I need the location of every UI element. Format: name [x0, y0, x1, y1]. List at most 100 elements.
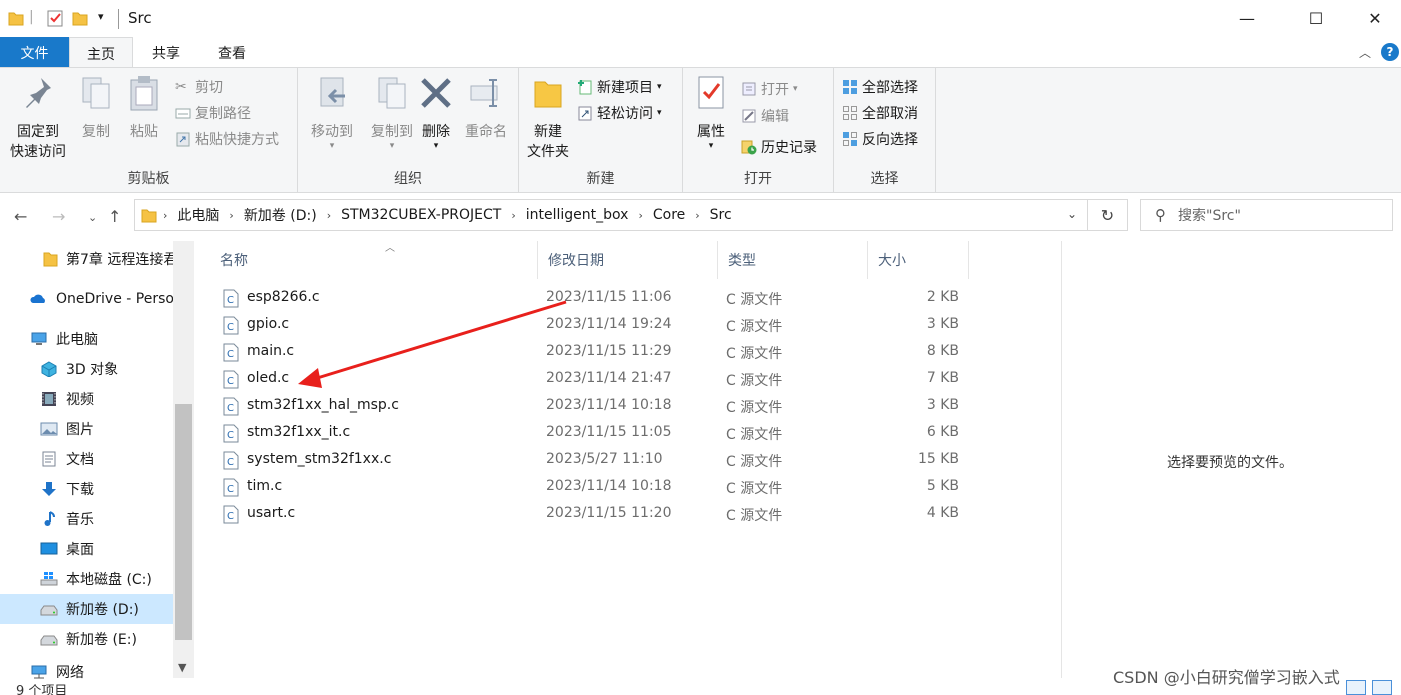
edit-label: 编辑 — [761, 109, 789, 125]
nav-item-music[interactable]: 音乐 — [0, 504, 173, 534]
column-header-size[interactable]: 大小 — [868, 241, 969, 279]
delete-button[interactable]: 删除 ▾ — [418, 74, 454, 151]
close-button[interactable]: ✕ — [1352, 0, 1398, 37]
minimize-button[interactable]: — — [1224, 0, 1270, 37]
file-row[interactable]: C system_stm32f1xx.c 2023/5/27 11:10 C 源… — [215, 447, 967, 474]
properties-check-icon[interactable] — [46, 9, 64, 27]
file-row[interactable]: C stm32f1xx_it.c 2023/11/15 11:05 C 源文件 … — [215, 420, 967, 447]
select-all-button[interactable]: 全部选择 — [842, 76, 918, 98]
tab-file[interactable]: 文件 — [0, 37, 69, 67]
windows-drive-icon — [40, 572, 58, 586]
column-header-name[interactable]: ︿ 名称 — [210, 241, 538, 279]
new-item-button[interactable]: 新建项目 ▾ — [577, 76, 662, 98]
recent-locations-icon[interactable]: ⌄ — [88, 211, 97, 224]
column-header-type[interactable]: 类型 — [718, 241, 868, 279]
file-row[interactable]: C tim.c 2023/11/14 10:18 C 源文件 5 KB — [215, 474, 967, 501]
new-folder-button[interactable]: 新建 文件夹 — [523, 74, 573, 162]
cut-button[interactable]: ✂ 剪切 — [175, 76, 223, 98]
nav-item-this-pc[interactable]: 此电脑 — [0, 324, 173, 354]
nav-scrollbar[interactable]: ▼ — [173, 241, 194, 678]
nav-scrollbar-thumb[interactable] — [175, 404, 192, 640]
csdn-watermark: CSDN @小白研究僧学习嵌入式 — [1113, 668, 1340, 687]
new-folder-quick-icon[interactable] — [72, 9, 88, 27]
file-row[interactable]: C oled.c 2023/11/14 21:47 C 源文件 7 KB — [215, 366, 967, 393]
address-history-dropdown-icon[interactable]: ⌄ — [1067, 207, 1077, 221]
file-type: C 源文件 — [726, 319, 783, 335]
qa-customize-icon[interactable]: ▾ — [98, 10, 104, 23]
breadcrumb-item[interactable]: 新加卷 (D:) › — [244, 205, 331, 225]
select-none-button[interactable]: 全部取消 — [842, 102, 918, 124]
refresh-button[interactable]: ↻ — [1088, 199, 1128, 231]
nav-item-downloads[interactable]: 下载 — [0, 474, 173, 504]
paste-button[interactable]: 粘贴 — [122, 74, 166, 142]
tab-view[interactable]: 查看 — [199, 37, 265, 67]
file-type: C 源文件 — [726, 373, 783, 389]
file-name: stm32f1xx_it.c — [247, 424, 351, 440]
column-header-date[interactable]: 修改日期 — [538, 241, 718, 279]
breadcrumb-separator-icon: › — [638, 208, 643, 222]
copy-to-button[interactable]: 复制到 ▾ — [364, 74, 420, 151]
file-row[interactable]: C main.c 2023/11/15 11:29 C 源文件 8 KB — [215, 339, 967, 366]
rename-button[interactable]: 重命名 — [458, 74, 514, 142]
file-date: 2023/5/27 11:10 — [546, 451, 663, 467]
search-placeholder: 搜索"Src" — [1178, 208, 1241, 224]
nav-item-label: 下载 — [66, 482, 94, 498]
file-row[interactable]: C gpio.c 2023/11/14 19:24 C 源文件 3 KB — [215, 312, 967, 339]
maximize-button[interactable]: ☐ — [1293, 0, 1339, 37]
copy-label: 复制 — [82, 124, 110, 140]
nav-item-onedrive[interactable]: OneDrive - Perso — [0, 284, 173, 314]
details-view-icon[interactable] — [1346, 680, 1366, 695]
forward-arrow-icon[interactable]: → — [52, 207, 65, 226]
help-icon[interactable]: ? — [1381, 43, 1399, 61]
easy-access-button[interactable]: 轻松访问 ▾ — [577, 102, 662, 124]
pin-to-quick-access-button[interactable]: 固定到 快速访问 — [6, 74, 70, 162]
nav-item-3d-objects[interactable]: 3D 对象 — [0, 354, 173, 384]
breadcrumb-separator-icon: › — [695, 208, 700, 222]
invert-selection-button[interactable]: 反向选择 — [842, 128, 918, 150]
file-row[interactable]: C stm32f1xx_hal_msp.c 2023/11/14 10:18 C… — [215, 393, 967, 420]
title-bar: | ▾ Src — ☐ ✕ — [0, 0, 1401, 37]
breadcrumb-item[interactable]: 此电脑 › — [177, 205, 233, 225]
up-arrow-icon[interactable]: ↑ — [108, 207, 121, 226]
breadcrumb-item[interactable]: Core › — [653, 207, 700, 223]
scroll-down-icon[interactable]: ▼ — [178, 661, 186, 674]
copy-button[interactable]: 复制 — [74, 74, 118, 142]
svg-text:C: C — [227, 457, 234, 468]
properties-button[interactable]: 属性 ▾ — [689, 74, 733, 151]
computer-icon — [31, 332, 47, 345]
breadcrumb-item[interactable]: STM32CUBEX-PROJECT › — [341, 207, 516, 223]
nav-item-label: 音乐 — [66, 512, 94, 528]
paste-shortcut-button[interactable]: 粘贴快捷方式 — [175, 128, 279, 150]
nav-item-local-disk-c[interactable]: 本地磁盘 (C:) — [0, 564, 173, 594]
nav-item-pictures[interactable]: 图片 — [0, 414, 173, 444]
copy-path-button[interactable]: 复制路径 — [175, 102, 251, 124]
history-button[interactable]: 历史记录 — [741, 136, 817, 158]
easy-access-label: 轻松访问 — [597, 106, 653, 122]
tab-share[interactable]: 共享 — [133, 37, 199, 67]
nav-item-volume-d[interactable]: 新加卷 (D:) — [0, 594, 173, 624]
nav-item-desktop[interactable]: 桌面 — [0, 534, 173, 564]
open-button[interactable]: 打开 ▾ — [741, 78, 798, 100]
nav-item-label: 文档 — [66, 452, 94, 468]
move-to-button[interactable]: 移动到 ▾ — [304, 74, 360, 151]
search-box[interactable]: ⚲ 搜索"Src" — [1140, 199, 1393, 231]
breadcrumb-item[interactable]: intelligent_box › — [526, 207, 643, 223]
nav-item-documents[interactable]: 文档 — [0, 444, 173, 474]
nav-item-videos[interactable]: 视频 — [0, 384, 173, 414]
rename-icon — [470, 79, 498, 107]
file-name: main.c — [247, 343, 295, 359]
nav-item-chapter7[interactable]: 第7章 远程连接君 — [0, 244, 173, 274]
open-label: 打开 — [761, 82, 789, 98]
file-size: 4 KB — [926, 505, 959, 521]
tab-home[interactable]: 主页 — [69, 37, 133, 67]
file-row[interactable]: C esp8266.c 2023/11/15 11:06 C 源文件 2 KB — [215, 285, 967, 312]
breadcrumb-item[interactable]: Src — [710, 207, 732, 223]
nav-item-label: 图片 — [66, 422, 94, 438]
large-icons-view-icon[interactable] — [1372, 680, 1392, 695]
nav-item-volume-e[interactable]: 新加卷 (E:) — [0, 624, 173, 654]
file-row[interactable]: C usart.c 2023/11/15 11:20 C 源文件 4 KB — [215, 501, 967, 528]
address-bar[interactable]: › 此电脑 › 新加卷 (D:) › STM32CUBEX-PROJECT › int… — [134, 199, 1088, 231]
ribbon-collapse-icon[interactable]: ︿ — [1359, 44, 1371, 61]
back-arrow-icon[interactable]: ← — [14, 207, 27, 226]
edit-button[interactable]: 编辑 — [741, 105, 789, 127]
